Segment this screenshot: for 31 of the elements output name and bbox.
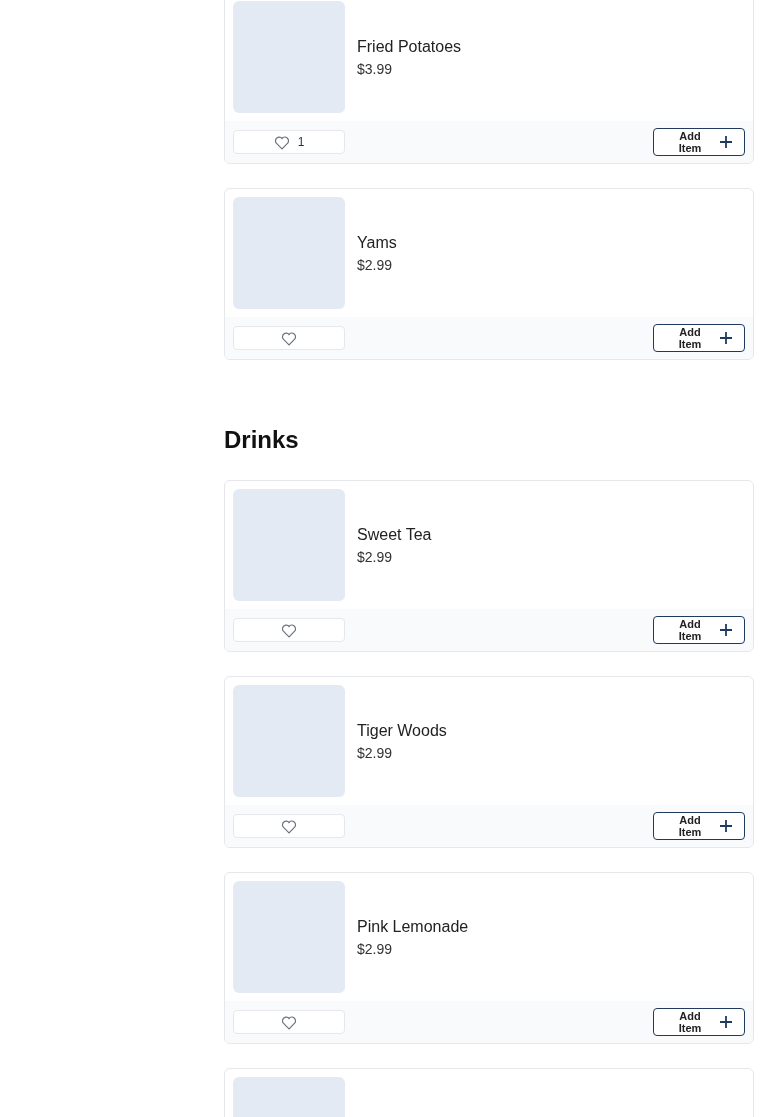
plus-icon <box>720 136 732 148</box>
plus-icon <box>720 1016 732 1028</box>
add-item-button[interactable]: Add Item <box>653 1008 745 1036</box>
add-item-button[interactable]: Add Item <box>653 616 745 644</box>
add-item-button[interactable]: Add Item <box>653 324 745 352</box>
plus-icon <box>720 624 732 636</box>
item-name: Yams <box>357 232 397 253</box>
like-button[interactable] <box>233 618 345 642</box>
item-price: $2.99 <box>357 547 394 567</box>
item-name: Pink Lemonade <box>357 916 469 937</box>
add-item-button[interactable]: Add Item <box>653 128 745 156</box>
item-price: $2.99 <box>357 255 394 275</box>
like-button[interactable]: 1 <box>233 130 345 154</box>
heart-icon <box>281 1014 297 1030</box>
plus-icon <box>720 820 732 832</box>
like-button[interactable] <box>233 326 345 350</box>
item-name: Fried Potatoes <box>357 36 462 57</box>
heart-icon <box>281 330 297 346</box>
item-name: Tiger Woods <box>357 720 447 741</box>
item-price: $3.99 <box>357 59 394 79</box>
like-button[interactable] <box>233 1010 345 1034</box>
item-name: Sweet Tea <box>357 524 432 545</box>
heart-icon <box>281 818 297 834</box>
item-price: $2.99 <box>357 743 394 763</box>
section-heading: Drinks <box>224 425 300 455</box>
add-item-button[interactable]: Add Item <box>653 812 745 840</box>
heart-icon <box>273 134 290 150</box>
heart-icon <box>281 622 297 638</box>
like-button[interactable] <box>233 814 345 838</box>
item-price: $2.99 <box>357 939 394 959</box>
plus-icon <box>720 332 732 344</box>
